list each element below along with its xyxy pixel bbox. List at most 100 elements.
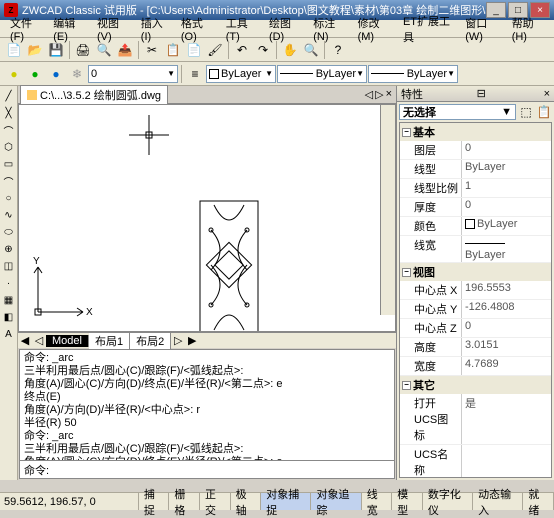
rectangle-tool[interactable]: ▭ <box>1 156 17 172</box>
property-value[interactable]: 0 <box>462 319 551 337</box>
undo-icon[interactable]: ↶ <box>232 40 252 60</box>
collapse-icon[interactable]: − <box>402 381 411 390</box>
panel-close-icon[interactable]: × <box>544 88 550 100</box>
cut-icon[interactable]: ✂ <box>142 40 162 60</box>
status-mode-toggle[interactable]: 对象追踪 <box>311 493 361 510</box>
region-tool[interactable]: ◧ <box>1 309 17 325</box>
block-tool[interactable]: ◫ <box>1 258 17 274</box>
property-row[interactable]: 高度3.0151 <box>400 338 551 357</box>
property-row[interactable]: 厚度0 <box>400 198 551 217</box>
text-tool[interactable]: A <box>1 326 17 342</box>
zoom-icon[interactable]: 🔍 <box>301 40 321 60</box>
layer-yellow-icon[interactable]: ● <box>4 64 24 84</box>
property-value[interactable]: ByLayer <box>462 236 551 262</box>
vertical-scrollbar[interactable] <box>380 105 395 315</box>
property-row[interactable]: 宽度4.7689 <box>400 357 551 376</box>
help-icon[interactable]: ? <box>328 40 348 60</box>
lineweight-dropdown[interactable]: ByLayer▼ <box>368 65 458 83</box>
spline-tool[interactable]: ∿ <box>1 207 17 223</box>
property-row[interactable]: 线型ByLayer <box>400 160 551 179</box>
color-dropdown[interactable]: ByLayer▼ <box>206 65 276 83</box>
property-value[interactable]: 1 <box>462 179 551 197</box>
property-value[interactable]: 是 <box>462 394 551 444</box>
layout-nav[interactable]: ▶ <box>185 334 199 347</box>
drawing-canvas[interactable]: XY <box>18 104 396 332</box>
property-row[interactable]: 中心点 X196.5553 <box>400 281 551 300</box>
document-tab[interactable]: C:\...\3.5.2 绘制圆弧.dwg <box>20 85 168 104</box>
status-mode-toggle[interactable]: 捕捉 <box>139 493 170 510</box>
quickselect-icon[interactable]: ⬚ <box>518 104 534 120</box>
pickadd-icon[interactable]: 📋 <box>536 104 552 120</box>
layer-dropdown[interactable]: 0▼ <box>88 65 178 83</box>
arc-tool[interactable]: ⌒ <box>1 173 17 189</box>
properties-header[interactable]: 特性 ⊟ × <box>397 86 554 102</box>
layout-tab[interactable]: 布局2 <box>130 333 171 349</box>
tab-nav-left-icon[interactable]: ◁ <box>365 88 373 101</box>
layout-nav[interactable]: ◀ <box>18 334 32 347</box>
save-icon[interactable]: 💾 <box>46 40 66 60</box>
tab-nav-right-icon[interactable]: ▷ <box>375 88 383 101</box>
property-value[interactable]: 0 <box>462 141 551 159</box>
coordinates-display[interactable]: 59.5612, 196.57, 0 <box>0 493 139 510</box>
selection-dropdown[interactable]: 无选择▼ <box>399 104 516 120</box>
copy-icon[interactable]: 📋 <box>163 40 183 60</box>
property-row[interactable]: 中心点 Y-126.4808 <box>400 300 551 319</box>
hatch-tool[interactable]: ▦ <box>1 292 17 308</box>
layer-manager-icon[interactable]: ≡ <box>185 64 205 84</box>
property-grid[interactable]: −基本图层0线型ByLayer线型比例1厚度0颜色ByLayer线宽ByLaye… <box>399 122 552 478</box>
menu-item[interactable]: ET扩展工具 <box>397 12 459 46</box>
status-mode-toggle[interactable]: 栅格 <box>169 493 200 510</box>
command-history[interactable]: 命令: _arc三半利用最后点/圆心(C)/跟踪(F)/<弧线起点>:角度(A)… <box>20 350 394 460</box>
new-icon[interactable]: 📄 <box>4 40 24 60</box>
preview-icon[interactable]: 🔍 <box>94 40 114 60</box>
status-mode-toggle[interactable]: 对象捕捉 <box>261 493 311 510</box>
property-value[interactable]: 4.7689 <box>462 357 551 375</box>
panel-menu-icon[interactable]: ⊟ <box>477 87 486 100</box>
property-value[interactable]: 0 <box>462 198 551 216</box>
layout-nav[interactable]: ▷ <box>171 334 185 347</box>
status-mode-toggle[interactable]: 数字化仪 <box>423 493 473 510</box>
layer-freeze-icon[interactable]: ❄ <box>67 64 87 84</box>
menu-item[interactable]: 修改(M) <box>352 14 397 44</box>
layout-tab[interactable]: Model <box>46 335 89 347</box>
property-value[interactable] <box>462 445 551 478</box>
open-icon[interactable]: 📂 <box>25 40 45 60</box>
circle-tool[interactable]: ○ <box>1 190 17 206</box>
property-row[interactable]: 颜色ByLayer <box>400 217 551 236</box>
property-row[interactable]: 线型比例1 <box>400 179 551 198</box>
property-row[interactable]: UCS名称 <box>400 445 551 478</box>
pline-tool[interactable]: ⌒ <box>1 122 17 138</box>
paste-icon[interactable]: 📄 <box>184 40 204 60</box>
command-line[interactable]: 命令: <box>20 460 394 478</box>
redo-icon[interactable]: ↷ <box>253 40 273 60</box>
print-icon[interactable]: 🖨 <box>73 40 93 60</box>
polygon-tool[interactable]: ⬡ <box>1 139 17 155</box>
ellipse-tool[interactable]: ⬭ <box>1 224 17 240</box>
property-group-header[interactable]: −其它 <box>400 376 551 394</box>
collapse-icon[interactable]: − <box>402 128 411 137</box>
status-mode-toggle[interactable]: 线宽 <box>362 493 393 510</box>
property-row[interactable]: 打开UCS图标是 <box>400 394 551 445</box>
property-value[interactable]: -126.4808 <box>462 300 551 318</box>
xline-tool[interactable]: ╳ <box>1 105 17 121</box>
command-input[interactable] <box>52 464 390 476</box>
layer-blue-icon[interactable]: ● <box>46 64 66 84</box>
property-value[interactable]: ByLayer <box>462 160 551 178</box>
layout-tab[interactable]: 布局1 <box>89 333 130 349</box>
line-tool[interactable]: ╱ <box>1 88 17 104</box>
publish-icon[interactable]: 📤 <box>115 40 135 60</box>
menu-item[interactable]: 窗口(W) <box>459 14 505 44</box>
collapse-icon[interactable]: − <box>402 268 411 277</box>
status-mode-toggle[interactable]: 动态输入 <box>473 493 523 510</box>
property-value[interactable]: ByLayer <box>462 217 551 235</box>
status-mode-toggle[interactable]: 模型 <box>392 493 423 510</box>
property-group-header[interactable]: −基本 <box>400 123 551 141</box>
tab-close-icon[interactable]: × <box>386 88 392 101</box>
property-row[interactable]: 图层0 <box>400 141 551 160</box>
insert-tool[interactable]: ⊕ <box>1 241 17 257</box>
layer-green-icon[interactable]: ● <box>25 64 45 84</box>
property-value[interactable]: 196.5553 <box>462 281 551 299</box>
property-group-header[interactable]: −视图 <box>400 263 551 281</box>
match-icon[interactable]: 🖌 <box>205 40 225 60</box>
property-row[interactable]: 线宽ByLayer <box>400 236 551 263</box>
